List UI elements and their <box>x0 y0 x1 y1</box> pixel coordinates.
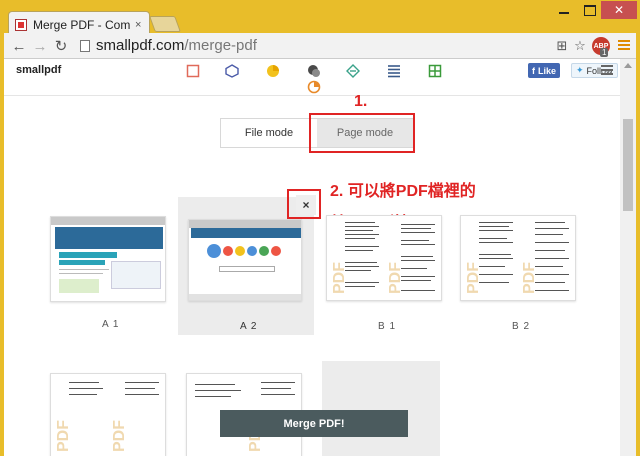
site-logo[interactable]: smallpdf <box>16 64 61 76</box>
delete-page-button[interactable]: × <box>296 195 316 215</box>
address-bar[interactable]: smallpdf.com/merge-pdf <box>96 37 257 54</box>
scrollbar-thumb[interactable] <box>623 119 633 211</box>
tab-close-icon[interactable]: × <box>135 19 141 31</box>
translate-icon[interactable]: ⊞ <box>554 38 570 54</box>
compress-tool-icon[interactable] <box>186 64 200 78</box>
page-thumbnail[interactable]: PDF PDF <box>460 215 576 301</box>
merge-pdf-button[interactable]: Merge PDF! <box>220 410 408 437</box>
facebook-like-label: Like <box>538 65 557 76</box>
site-menu-icon[interactable] <box>601 65 613 75</box>
twitter-bird-icon: ✦ <box>576 65 584 75</box>
page-icon <box>80 40 90 52</box>
page-scrollbar[interactable] <box>620 59 636 456</box>
annotation-box-page-mode <box>309 113 415 153</box>
reload-icon[interactable]: ↻ <box>52 37 70 55</box>
chrome-menu-icon[interactable] <box>618 40 630 50</box>
protect-tool-icon[interactable] <box>346 64 360 78</box>
maximize-button[interactable] <box>577 1 601 19</box>
excel-tool-icon[interactable] <box>428 64 442 78</box>
back-arrow-icon[interactable]: ← <box>10 37 28 55</box>
page-label: B 2 <box>512 321 531 332</box>
scroll-up-icon[interactable] <box>624 63 632 68</box>
forward-arrow-icon[interactable]: → <box>31 37 49 55</box>
annotation-step2-line1: 2. 可以將PDF檔裡的 <box>330 183 476 200</box>
browser-toolbar: ← → ↻ smallpdf.com/merge-pdf ⊞ ☆ ABP 1 <box>4 33 636 59</box>
url-host: smallpdf.com <box>96 37 185 54</box>
new-tab-button[interactable] <box>149 16 181 32</box>
pdf-to-image-tool-icon[interactable] <box>266 64 280 78</box>
window-close-button[interactable]: ✕ <box>601 1 637 19</box>
page-content: smallpdf f Like ✦ Follow File mode Page … <box>4 59 620 456</box>
page-thumb-cell[interactable]: PDF PDF B 1 <box>320 199 450 339</box>
file-mode-button[interactable]: File mode <box>221 119 317 147</box>
page-thumb-cell[interactable]: PDF <box>180 359 310 456</box>
page-label: B 1 <box>378 321 397 332</box>
page-thumbnail[interactable] <box>188 219 302 301</box>
page-thumb-cell[interactable]: PDF PDF B 2 <box>454 199 584 339</box>
page-thumbnail[interactable]: PDF PDF <box>326 215 442 301</box>
page-thumb-cell-empty <box>322 361 440 456</box>
merge-tool-icon[interactable] <box>307 64 321 78</box>
page-thumb-cell[interactable]: PDF PDF <box>44 359 174 456</box>
page-thumb-cell[interactable]: A 1 <box>44 199 174 339</box>
page-label: A 1 <box>102 319 120 330</box>
unlock-tool-icon[interactable] <box>307 80 321 94</box>
url-path: /merge-pdf <box>184 37 257 54</box>
page-thumbnail[interactable]: PDF PDF <box>50 373 166 456</box>
annotation-step1: 1. <box>354 93 368 110</box>
site-header: smallpdf f Like ✦ Follow <box>4 59 620 96</box>
favicon-icon <box>15 18 27 31</box>
adblock-count: 1 <box>600 48 609 57</box>
minimize-button[interactable] <box>551 1 577 19</box>
tab-title: Merge PDF - Combine P <box>33 17 131 32</box>
page-label: A 2 <box>240 321 258 332</box>
page-thumbnail[interactable] <box>50 216 166 302</box>
convert-tool-icon[interactable] <box>225 64 239 78</box>
pdf-watermark-icon: PDF <box>111 420 128 452</box>
bookmark-star-icon[interactable]: ☆ <box>572 38 588 54</box>
facebook-icon: f <box>532 65 535 76</box>
word-tool-icon[interactable] <box>387 64 401 78</box>
pdf-watermark-icon: PDF <box>55 420 72 452</box>
facebook-like-button[interactable]: f Like <box>528 63 561 78</box>
